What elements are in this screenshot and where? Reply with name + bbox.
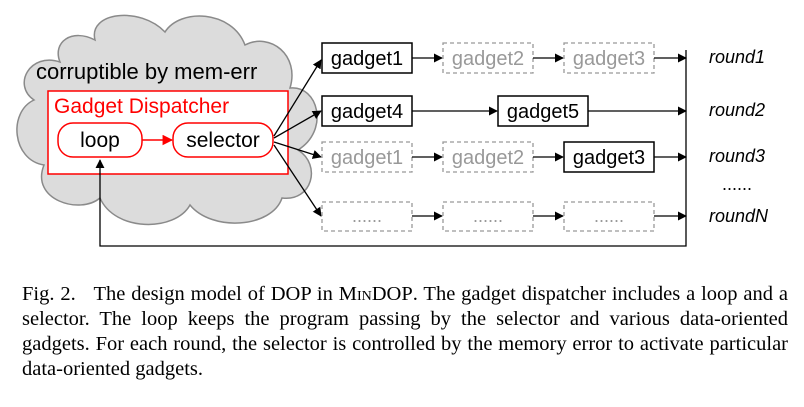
round3-gadget2-label: gadget2 bbox=[452, 147, 524, 169]
roundN-gadget3-label: ...... bbox=[594, 206, 624, 226]
roundN-label: roundN bbox=[709, 206, 769, 226]
roundN-gadget1-label: ...... bbox=[352, 206, 382, 226]
round2-label: round2 bbox=[709, 100, 765, 120]
round1-gadget1-label: gadget1 bbox=[331, 48, 403, 70]
round1-gadget3-label: gadget3 bbox=[573, 48, 645, 70]
round2-gadget5-label: gadget5 bbox=[507, 101, 579, 123]
round3-gadget1-label: gadget1 bbox=[331, 147, 403, 169]
figure-caption: Fig. 2. The design model of DOP in MinDO… bbox=[22, 282, 788, 382]
roundN-gadget2-label: ...... bbox=[473, 206, 503, 226]
loop-label: loop bbox=[80, 129, 120, 152]
caption-prefix: Fig. 2. bbox=[22, 283, 76, 305]
cloud-label: corruptible by mem-err bbox=[36, 59, 257, 84]
round1-gadget2-label: gadget2 bbox=[452, 48, 524, 70]
gadget-dispatcher-label: Gadget Dispatcher bbox=[54, 95, 229, 118]
round1-label: round1 bbox=[709, 47, 765, 67]
selector-label: selector bbox=[186, 129, 260, 152]
more-rounds-ellipsis: ...... bbox=[722, 174, 752, 194]
round3-gadget3-label: gadget3 bbox=[573, 147, 645, 169]
caption-text-before: The design model of DOP in bbox=[93, 283, 339, 305]
dop-design-diagram: corruptible by mem-err Gadget Dispatcher… bbox=[16, 14, 769, 247]
round3-label: round3 bbox=[709, 146, 765, 166]
round2-gadget4-label: gadget4 bbox=[331, 101, 403, 123]
caption-system-name: MinDOP bbox=[338, 283, 413, 305]
